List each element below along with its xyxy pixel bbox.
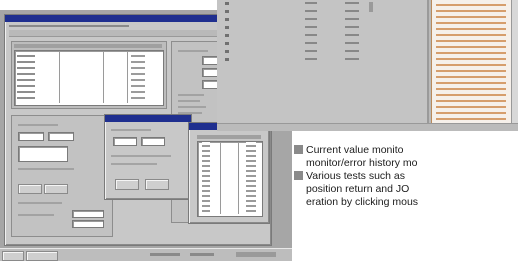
caption-line: Various tests such as	[294, 170, 518, 183]
settings-input[interactable]	[48, 132, 74, 141]
dialog-label	[111, 163, 157, 165]
value-column	[305, 2, 317, 64]
caption-line: monitor/error history mo	[294, 157, 518, 170]
group-label	[18, 124, 58, 126]
table-column-divider	[127, 51, 128, 103]
dialog-label	[111, 155, 171, 157]
table-row-labels	[17, 55, 35, 101]
caption-line-3: Various tests such as	[306, 170, 406, 182]
caption-line-5: eration by clicking mous	[306, 196, 419, 208]
history-left-pane	[217, 0, 427, 131]
column-divider	[427, 0, 429, 131]
history-table	[197, 141, 263, 217]
history-column	[246, 142, 256, 214]
test-dialog	[104, 114, 192, 200]
table-cell-values	[131, 55, 145, 101]
param-label	[178, 106, 206, 108]
caption-line-4: position return and JO	[306, 183, 410, 195]
history-screenshot	[217, 0, 518, 131]
settings-input[interactable]	[18, 132, 44, 141]
settings-button[interactable]	[44, 184, 68, 194]
history-header	[197, 135, 261, 139]
history-status-bar	[217, 123, 518, 131]
error-history-entries	[436, 2, 506, 122]
row-marker-column	[225, 2, 229, 64]
history-column	[202, 142, 210, 214]
caption-line-2: monitor/error history mo	[306, 157, 418, 169]
group-label	[18, 202, 62, 204]
taskbar-status	[150, 253, 180, 256]
dialog-input[interactable]	[113, 137, 137, 146]
monitor-table-frame	[11, 41, 167, 109]
caption-line: eration by clicking mous	[294, 196, 518, 209]
settings-input[interactable]	[72, 220, 104, 228]
table-column-divider	[103, 51, 104, 103]
caption-line: Current value monito	[294, 144, 518, 157]
history-scrollbar[interactable]	[511, 0, 518, 131]
taskbar-status	[190, 253, 214, 256]
settings-button[interactable]	[18, 184, 42, 194]
bullet-square-icon	[294, 171, 303, 180]
caption-line: position return and JO	[294, 183, 518, 196]
bullet-square-icon	[294, 145, 303, 154]
dialog-label	[111, 129, 151, 131]
taskbar-clock	[236, 252, 276, 257]
group-label	[18, 214, 54, 216]
caption-block: Current value monito monitor/error histo…	[294, 144, 518, 261]
group-label	[18, 168, 74, 170]
menu-bar[interactable]	[9, 25, 129, 27]
param-label	[178, 50, 208, 52]
taskbar-item[interactable]	[26, 251, 58, 261]
table-column-divider	[59, 51, 60, 103]
monitor-table-body	[14, 50, 164, 106]
value-column	[345, 2, 359, 64]
taskbar	[0, 248, 292, 261]
test-dialog-titlebar[interactable]	[105, 115, 191, 122]
error-history-list	[431, 0, 512, 131]
history-window	[188, 122, 270, 224]
dialog-cancel-button[interactable]	[145, 179, 169, 190]
value-column	[369, 2, 373, 12]
param-label	[178, 94, 204, 96]
history-column	[238, 142, 239, 214]
settings-group	[11, 115, 113, 237]
table-header-row	[14, 44, 162, 48]
start-button[interactable]	[2, 251, 24, 261]
caption-line-1: Current value monito	[306, 144, 404, 156]
history-column	[220, 142, 221, 214]
dialog-input[interactable]	[141, 137, 165, 146]
dialog-ok-button[interactable]	[115, 179, 139, 190]
blank-panel-top-left	[0, 0, 217, 10]
settings-input[interactable]	[72, 210, 104, 218]
settings-input[interactable]	[18, 146, 68, 162]
param-label	[178, 100, 200, 102]
